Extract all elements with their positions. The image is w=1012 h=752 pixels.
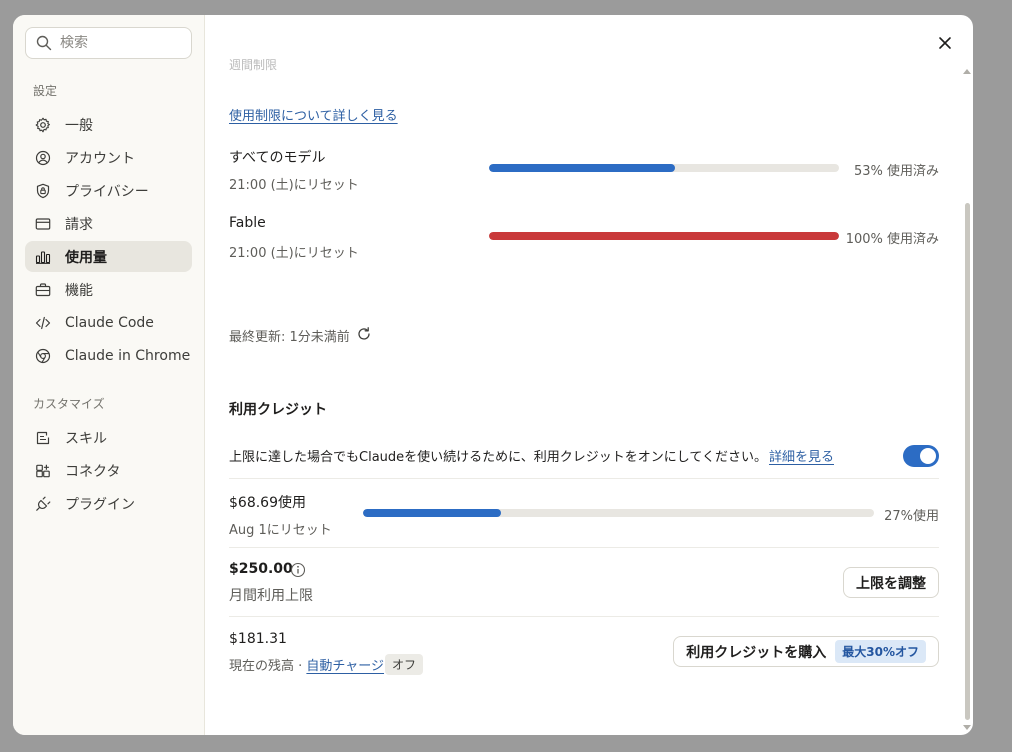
current-balance-amount: $181.31 (229, 631, 287, 647)
credits-section-title: 利用クレジット (229, 402, 327, 418)
code-icon (35, 316, 51, 329)
sidebar-item-account[interactable]: アカウント (25, 142, 192, 173)
sidebar-item-general[interactable]: 一般 (25, 109, 192, 140)
section-label-customize: カスタマイズ (33, 397, 105, 411)
globe-icon (35, 348, 51, 363)
settings-sidebar: 設定 一般 アカウント プライバシー 請求 使用量 機能 Claude Code (13, 15, 205, 735)
skill-icon (36, 431, 50, 444)
limit-reset-fable: 21:00 (土)にリセット (229, 246, 359, 261)
gear-icon (35, 117, 50, 132)
shield-icon (36, 183, 50, 198)
sidebar-item-label: アカウント (65, 150, 135, 167)
scroll-up-arrow-icon[interactable] (963, 69, 971, 74)
limit-reset-all-models: 21:00 (土)にリセット (229, 178, 359, 193)
credits-used-amount: $68.69使用 (229, 495, 306, 511)
refresh-icon[interactable] (356, 326, 372, 342)
sidebar-item-privacy[interactable]: プライバシー (25, 175, 192, 206)
search-icon (36, 35, 52, 51)
sidebar-item-skills[interactable]: スキル (25, 422, 192, 453)
credits-toggle[interactable] (903, 445, 939, 467)
credits-description: 上限に達した場合でもClaudeを使い続けるために、利用クレジットをオンにしてく… (229, 450, 767, 465)
sidebar-item-label: コネクタ (65, 463, 121, 480)
usage-bar-fable (489, 232, 839, 240)
briefcase-icon (35, 282, 51, 296)
auto-charge-status-badge: オフ (385, 654, 424, 675)
buy-credits-label: 利用クレジットを購入 (686, 644, 827, 661)
user-icon (35, 150, 51, 165)
last-updated-text: 最終更新: 1分未満前 (229, 330, 350, 345)
plug-icon (36, 496, 51, 511)
close-icon[interactable] (935, 33, 955, 53)
sidebar-item-label: 機能 (65, 282, 93, 299)
sidebar-item-label: 使用量 (65, 249, 107, 266)
sidebar-item-connectors[interactable]: コネクタ (25, 455, 192, 486)
content-scrollbar[interactable] (963, 65, 971, 730)
adjust-limit-button[interactable]: 上限を調整 (843, 567, 939, 598)
sidebar-item-label: 一般 (65, 117, 93, 134)
section-label-settings: 設定 (33, 84, 58, 98)
usage-bar-all-models (489, 164, 839, 172)
credits-usage-bar (363, 509, 874, 517)
usage-bar-fill (489, 164, 675, 172)
learn-more-usage-link[interactable]: 使用制限について詳しく見る (229, 105, 398, 124)
sidebar-item-label: Claude Code (65, 314, 154, 331)
usage-percent-fable: 100% 使用済み (845, 232, 939, 247)
usage-bar-fill (489, 232, 839, 240)
limit-name-fable: Fable (229, 215, 266, 231)
credits-used-reset: Aug 1にリセット (229, 523, 332, 538)
toggle-knob (920, 448, 936, 464)
usage-percent-all-models: 53% 使用済み (853, 164, 939, 179)
sidebar-item-label: Claude in Chrome (65, 347, 191, 364)
credits-details-link[interactable]: 詳細を見る (769, 450, 834, 465)
sidebar-item-label: スキル (65, 430, 107, 447)
sidebar-item-label: プラグイン (65, 496, 135, 513)
sidebar-item-plugins[interactable]: プラグイン (25, 488, 192, 519)
divider (229, 547, 939, 548)
divider (229, 478, 939, 479)
limit-name-all-models: すべてのモデル (229, 150, 326, 166)
scroll-thumb[interactable] (965, 203, 970, 720)
monthly-limit-amount: $250.00 (229, 561, 293, 577)
sidebar-item-label: 請求 (65, 216, 93, 233)
credits-used-percent: 27%使用 (884, 509, 939, 524)
discount-badge: 最大30%オフ (835, 640, 926, 663)
divider (229, 616, 939, 617)
sidebar-item-usage[interactable]: 使用量 (25, 241, 192, 272)
settings-modal: 設定 一般 アカウント プライバシー 請求 使用量 機能 Claude Code (13, 15, 973, 735)
credit-card-icon (35, 217, 51, 230)
sidebar-item-features[interactable]: 機能 (25, 274, 192, 305)
balance-row: 現在の残高 · 自動チャージ (229, 655, 384, 674)
sidebar-item-label: プライバシー (65, 183, 149, 200)
sidebar-item-claude-in-chrome[interactable]: Claude in Chrome (25, 340, 192, 371)
auto-charge-link[interactable]: 自動チャージ (306, 659, 384, 674)
monthly-limit-label: 月間利用上限 (229, 588, 313, 604)
current-balance-label: 現在の残高 · (229, 659, 303, 674)
weekly-limits-heading: 週間制限 (229, 59, 278, 72)
scroll-down-arrow-icon[interactable] (963, 725, 971, 730)
search-box[interactable] (25, 27, 192, 59)
search-input[interactable] (60, 35, 180, 51)
connector-icon (36, 464, 50, 477)
credits-description-row: 上限に達した場合でもClaudeを使い続けるために、利用クレジットをオンにしてく… (229, 446, 834, 465)
sidebar-item-claude-code[interactable]: Claude Code (25, 307, 192, 338)
buy-credits-button[interactable]: 利用クレジットを購入 最大30%オフ (673, 636, 939, 667)
credits-usage-bar-fill (363, 509, 501, 517)
info-icon[interactable] (290, 562, 306, 578)
sidebar-item-billing[interactable]: 請求 (25, 208, 192, 239)
bar-chart-icon (35, 250, 51, 264)
